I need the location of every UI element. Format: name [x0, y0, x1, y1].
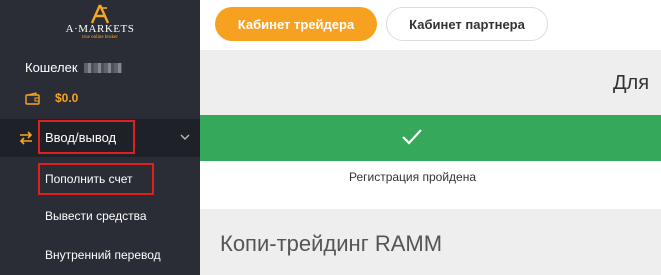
logo-text: A·MARKETS	[65, 23, 135, 35]
sub-item-withdraw[interactable]: Вывести средства	[45, 209, 147, 223]
logo-icon	[90, 4, 110, 24]
highlight-box-deposit	[38, 163, 154, 195]
wallet-label: Кошелек	[25, 60, 78, 75]
balance-row[interactable]: $0.0	[25, 91, 78, 105]
balance-value: $0.0	[55, 91, 79, 105]
copy-trading-title: Копи-трейдинг RAMM	[220, 231, 443, 256]
highlight-box-nav	[38, 120, 135, 154]
logo[interactable]: A·MARKETS true online broker	[52, 4, 148, 46]
registration-status-text: Регистрация пройдена	[348, 170, 476, 184]
wallet-row[interactable]: Кошелек	[25, 60, 122, 75]
sub-item-internal-transfer[interactable]: Внутренний перевод	[45, 248, 161, 262]
logo-tagline: true online broker	[82, 35, 118, 40]
sidebar: A·MARKETS true online broker Кошелек $0.…	[0, 0, 200, 275]
partner-cabinet-button[interactable]: Кабинет партнера	[386, 7, 548, 41]
wallet-icon	[25, 91, 40, 105]
trader-cabinet-button[interactable]: Кабинет трейдера	[215, 7, 377, 41]
registration-card: Регистрация пройдена	[200, 115, 661, 209]
wallet-id-obscured	[83, 62, 122, 73]
main-content: Для Регистрация пройдена Копи-трейдинг R…	[200, 50, 661, 275]
topbar: Кабинет трейдера Кабинет партнера	[200, 0, 661, 50]
transfer-icon	[19, 131, 33, 145]
check-icon	[402, 129, 422, 145]
chevron-down-icon[interactable]	[180, 133, 190, 141]
registration-success-banner	[200, 115, 661, 161]
page-heading: Для	[613, 72, 650, 94]
